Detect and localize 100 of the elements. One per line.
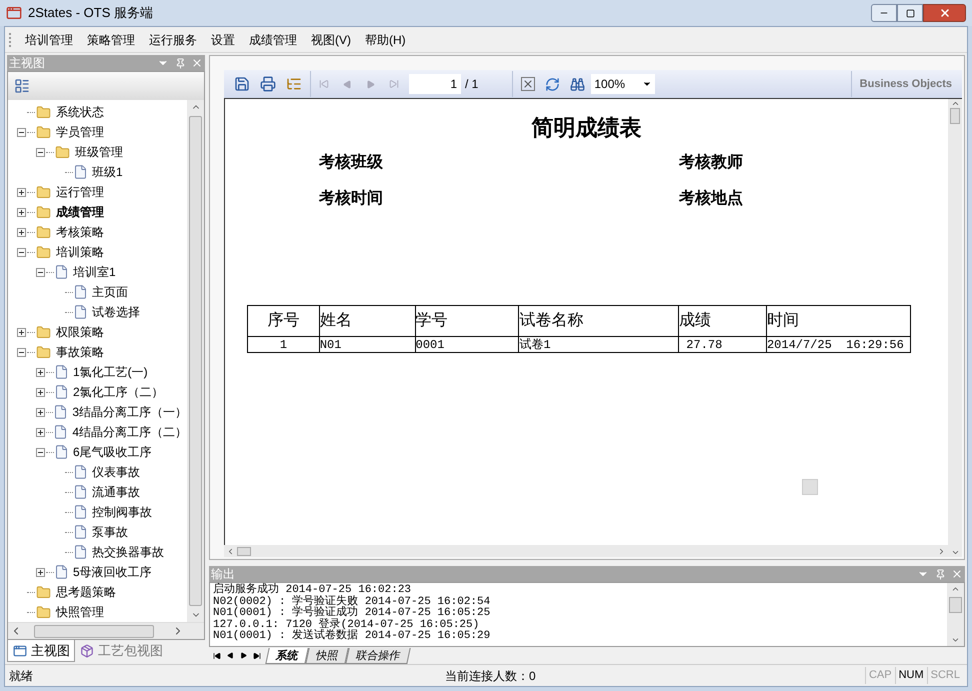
- scroll-down-icon[interactable]: [950, 548, 960, 557]
- output-tab[interactable]: 快照: [305, 648, 349, 664]
- previous-tab-icon[interactable]: [227, 652, 234, 659]
- menu-item[interactable]: 运行服务: [142, 30, 204, 48]
- expand-toggle[interactable]: [36, 568, 45, 576]
- collapse-toggle[interactable]: [36, 148, 45, 156]
- horizontal-scrollbar[interactable]: [224, 545, 948, 557]
- export-icon[interactable]: [234, 76, 250, 92]
- tree-item[interactable]: 泵事故: [92, 523, 128, 541]
- folder-icon: [35, 584, 52, 600]
- scroll-thumb[interactable]: [189, 116, 202, 606]
- tree-item[interactable]: 控制阀事故: [92, 503, 152, 521]
- last-tab-icon[interactable]: [253, 652, 261, 660]
- scroll-thumb[interactable]: [950, 108, 960, 124]
- page-icon: [73, 464, 88, 480]
- scroll-thumb[interactable]: [949, 597, 962, 613]
- window-icon: [12, 644, 28, 658]
- page-icon: [53, 404, 68, 420]
- output-tab[interactable]: 系统: [265, 648, 309, 664]
- view-tab[interactable]: 主视图: [7, 640, 75, 662]
- package-icon: [79, 644, 95, 658]
- horizontal-scrollbar[interactable]: [8, 622, 204, 639]
- tree-item[interactable]: 事故策略: [56, 343, 104, 361]
- tree-item[interactable]: 仪表事故: [92, 463, 140, 481]
- tree-item[interactable]: 运行管理: [56, 183, 104, 201]
- close-view-icon[interactable]: [521, 77, 536, 91]
- first-tab-icon[interactable]: [213, 652, 221, 660]
- menu-item[interactable]: 培训管理: [18, 30, 80, 48]
- tree-item[interactable]: 权限策略: [56, 323, 104, 341]
- app-icon: [6, 5, 22, 21]
- tree-item[interactable]: 培训策略: [56, 243, 104, 261]
- vertical-scrollbar[interactable]: [947, 583, 964, 646]
- page-field[interactable]: 1: [409, 74, 461, 94]
- collapse-toggle[interactable]: [36, 448, 45, 456]
- tree-item[interactable]: 2氯化工序（二）: [73, 383, 164, 401]
- table-cell: 27.78: [678, 336, 766, 352]
- page-icon: [53, 424, 68, 440]
- tree-item[interactable]: 主页面: [92, 283, 128, 301]
- tree-item[interactable]: 学员管理: [56, 123, 104, 141]
- menu-item[interactable]: 成绩管理: [242, 30, 304, 48]
- group-tree-icon[interactable]: [286, 76, 302, 92]
- expand-toggle[interactable]: [17, 188, 26, 196]
- close-button[interactable]: [923, 4, 966, 22]
- print-icon[interactable]: [260, 76, 276, 92]
- tree-item[interactable]: 思考题策略: [56, 583, 116, 601]
- folder-icon: [35, 204, 52, 220]
- scroll-up-icon[interactable]: [950, 99, 960, 108]
- expand-toggle[interactable]: [36, 388, 45, 396]
- menu-item[interactable]: 设置: [204, 30, 242, 48]
- scroll-right-icon[interactable]: [937, 546, 946, 556]
- scroll-left-icon[interactable]: [226, 546, 235, 556]
- column-header: 姓名: [319, 306, 416, 336]
- table-cell: 0001: [415, 336, 519, 352]
- column-header: 时间: [766, 306, 910, 336]
- next-tab-icon[interactable]: [240, 652, 247, 659]
- search-icon[interactable]: [570, 76, 586, 92]
- collapse-toggle[interactable]: [36, 268, 45, 276]
- tree-item[interactable]: 班级管理: [75, 143, 123, 161]
- tree-item[interactable]: 系统状态: [56, 103, 104, 121]
- list-view-icon[interactable]: [14, 78, 30, 94]
- expand-toggle[interactable]: [17, 208, 26, 216]
- tree-item[interactable]: 快照管理: [56, 603, 104, 621]
- expand-toggle[interactable]: [36, 408, 45, 416]
- key-indicator: CAP: [864, 667, 895, 684]
- maximize-button[interactable]: [897, 4, 923, 22]
- menu-item[interactable]: 帮助(H): [358, 30, 413, 48]
- resize-grip-icon[interactable]: [802, 479, 818, 495]
- logo: Business Objects: [860, 76, 952, 92]
- page-icon: [54, 564, 69, 580]
- menu-item[interactable]: 策略管理: [80, 30, 142, 48]
- menu-item[interactable]: 视图(V): [304, 30, 358, 48]
- tree-item[interactable]: 试卷选择: [92, 303, 140, 321]
- expand-toggle[interactable]: [17, 328, 26, 336]
- key-indicator: NUM: [894, 667, 927, 684]
- tree-item[interactable]: 3结晶分离工序（一）: [72, 403, 187, 421]
- view-tab[interactable]: 工艺包视图: [75, 640, 167, 662]
- expand-toggle[interactable]: [36, 428, 45, 436]
- vertical-scrollbar[interactable]: [948, 99, 962, 557]
- tree-item[interactable]: 4结晶分离工序（二）: [72, 423, 187, 441]
- collapse-toggle[interactable]: [17, 348, 26, 356]
- tree-item[interactable]: 培训室1: [73, 263, 116, 281]
- collapse-toggle[interactable]: [17, 128, 26, 136]
- tree-item[interactable]: 班级1: [92, 163, 123, 181]
- scroll-thumb[interactable]: [34, 624, 154, 638]
- collapse-toggle[interactable]: [17, 248, 26, 256]
- vertical-scrollbar[interactable]: [187, 100, 204, 622]
- expand-toggle[interactable]: [17, 228, 26, 236]
- tree-item[interactable]: 考核策略: [56, 223, 104, 241]
- refresh-icon[interactable]: [545, 76, 560, 92]
- page-icon: [54, 264, 69, 280]
- tree-item[interactable]: 1氯化工艺(一): [73, 363, 148, 381]
- tree-item[interactable]: 6尾气吸收工序: [73, 443, 152, 461]
- zoom-dropdown[interactable]: 100%: [591, 74, 656, 94]
- output-tab[interactable]: 联合操作: [345, 648, 411, 664]
- scroll-thumb[interactable]: [237, 546, 251, 556]
- tree-item[interactable]: 5母液回收工序: [73, 563, 152, 581]
- tree-item[interactable]: 热交换器事故: [92, 543, 164, 561]
- tree-item[interactable]: 成绩管理: [56, 203, 104, 221]
- tree-item[interactable]: 流通事故: [92, 483, 140, 501]
- expand-toggle[interactable]: [36, 368, 45, 376]
